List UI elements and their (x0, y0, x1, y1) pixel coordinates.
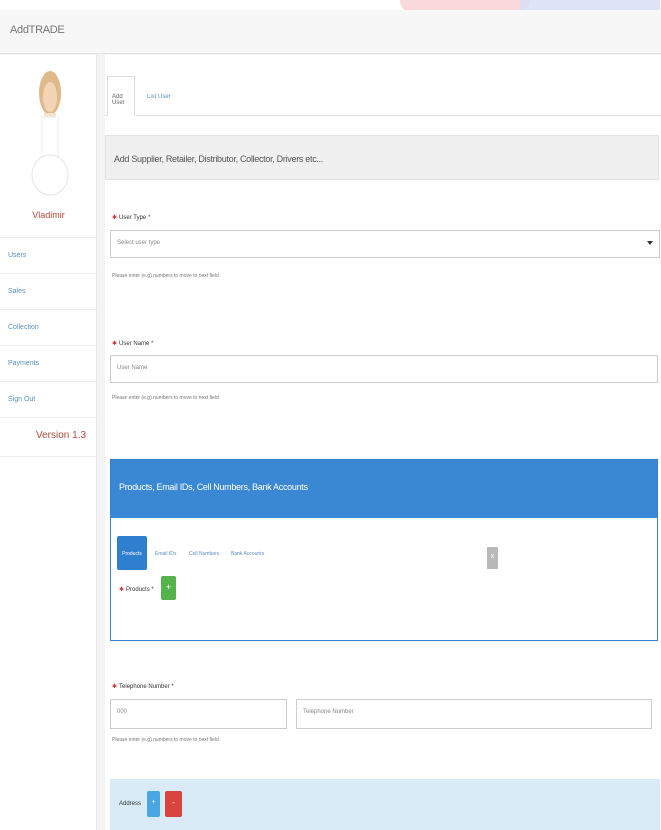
avatar (31, 71, 69, 196)
telephone-help: Please enter (e.g) numbers to move to ne… (112, 737, 219, 743)
tab-bank-accounts[interactable]: Bank Accounts (231, 536, 264, 557)
tab-products[interactable]: Products (117, 536, 147, 570)
app-title[interactable]: AddTRADE (10, 24, 65, 36)
tab-list-user[interactable]: List User (143, 88, 175, 104)
sidebar-nav: Users Sales Collection Payments Sign Out… (0, 237, 97, 457)
address-label: Address (119, 801, 142, 807)
close-button[interactable]: x (487, 547, 498, 569)
tab-email-ids[interactable]: Email IDs (155, 536, 176, 557)
add-product-button[interactable]: + (161, 576, 176, 600)
main-content: Add User List User Add Supplier, Retaile… (105, 55, 661, 830)
country-code-input[interactable]: 000 (110, 699, 287, 729)
user-name-label: ✱ User Name * (112, 341, 154, 347)
user-type-select[interactable]: Select user type (110, 230, 660, 258)
top-bar: AddTRADE (0, 10, 661, 54)
tab-cell-numbers[interactable]: Cell Numbers (189, 536, 219, 557)
user-type-label: ✱ User Type * (112, 215, 151, 221)
section-heading: Add Supplier, Retailer, Distributor, Col… (105, 135, 659, 180)
sidebar: Vladimir Users Sales Collection Payments… (0, 55, 97, 830)
sidebar-item-sign-out[interactable]: Sign Out (0, 381, 97, 417)
sidebar-item-collection[interactable]: Collection (0, 309, 97, 345)
add-address-button[interactable]: + (147, 791, 160, 817)
user-type-help: Please enter (e.g) numbers to move to ne… (112, 273, 219, 279)
sidebar-item-sales[interactable]: Sales (0, 273, 97, 309)
tab-bar: Add User List User (105, 76, 661, 116)
user-name-help: Please enter (e.g) numbers to move to ne… (112, 395, 219, 401)
sidebar-item-payments[interactable]: Payments (0, 345, 97, 381)
username[interactable]: Vladimir (0, 210, 97, 220)
asterisk-icon: ✱ (112, 341, 118, 347)
version-label: Version 1.3 (0, 417, 97, 457)
tab-add-user[interactable]: Add User (107, 76, 135, 116)
user-name-input[interactable]: User Name (110, 355, 658, 383)
telephone-number-input[interactable]: Telephone Number (296, 699, 652, 729)
telephone-label: ✱ Telephone Number * (112, 684, 174, 690)
sidebar-item-users[interactable]: Users (0, 237, 97, 273)
asterisk-icon: ✱ (112, 684, 118, 690)
chevron-down-icon (647, 241, 653, 245)
asterisk-icon: ✱ (112, 215, 118, 221)
remove-address-button[interactable]: - (165, 791, 182, 817)
products-label: ✱ Products * (119, 587, 154, 593)
address-bar: Address + - (110, 779, 660, 830)
panel-title: Products, Email IDs, Cell Numbers, Bank … (111, 460, 657, 518)
asterisk-icon: ✱ (119, 587, 125, 593)
section-heading-text: Add Supplier, Retailer, Distributor, Col… (114, 154, 323, 164)
contacts-panel: Products, Email IDs, Cell Numbers, Bank … (110, 459, 658, 641)
